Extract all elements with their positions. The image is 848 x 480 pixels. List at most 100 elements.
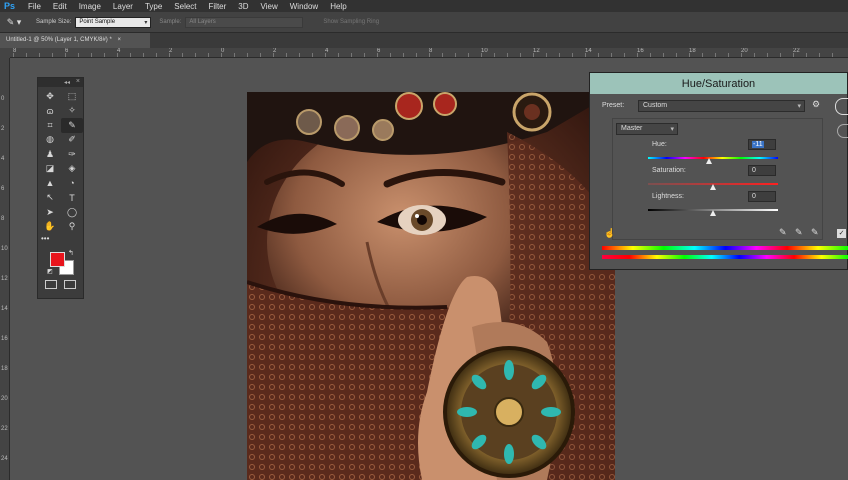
menu-window[interactable]: Window xyxy=(284,2,324,11)
add-to-sample-eyedropper-icon[interactable]: ✎ xyxy=(795,227,803,238)
collapse-icon[interactable]: ◂◂ xyxy=(64,79,70,86)
cancel-button[interactable] xyxy=(837,124,848,138)
blur-icon[interactable]: ▲ xyxy=(39,176,61,191)
menu-type[interactable]: Type xyxy=(139,2,168,11)
default-colors-icon[interactable]: ◩ xyxy=(47,268,53,275)
marquee-icon[interactable]: ⬚ xyxy=(61,89,83,104)
ruler-tick xyxy=(598,53,599,57)
colorize-checkbox[interactable]: ✓ xyxy=(837,229,846,238)
ruler-tick xyxy=(442,53,443,57)
dodge-icon[interactable]: ◔ xyxy=(61,176,83,191)
ruler-tick xyxy=(130,53,131,57)
menu-edit[interactable]: Edit xyxy=(47,2,73,11)
ruler-label: 22 xyxy=(1,426,8,432)
menu-filter[interactable]: Filter xyxy=(203,2,233,11)
path-selection-icon[interactable]: ↖ xyxy=(39,191,61,206)
dialog-title[interactable]: Hue/Saturation xyxy=(590,73,847,94)
gear-icon[interactable]: ⚙ xyxy=(812,99,820,110)
ruler-label: 16 xyxy=(1,336,8,342)
menu-3d[interactable]: 3D xyxy=(232,2,254,11)
hue-slider-thumb[interactable] xyxy=(706,158,713,164)
hue-slider-track[interactable] xyxy=(648,157,778,159)
move-icon[interactable]: ✥ xyxy=(39,89,61,104)
direct-selection-icon[interactable]: ➤ xyxy=(39,205,61,220)
ruler-label: 4 xyxy=(1,156,5,162)
hand-icon[interactable]: ✋ xyxy=(39,220,61,235)
ruler-corner[interactable] xyxy=(0,48,10,58)
channel-select[interactable]: Master ▾ xyxy=(616,123,678,135)
ruler-tick xyxy=(611,53,612,57)
ruler-tick xyxy=(221,53,222,57)
output-color-bar xyxy=(602,255,848,259)
saturation-input[interactable]: 0 xyxy=(748,165,776,176)
ruler-label: 6 xyxy=(1,186,5,192)
document-tab[interactable]: Untitled-1 @ 50% (Layer 1, CMYK/8#) * × xyxy=(0,33,150,48)
ruler-tick xyxy=(832,53,833,57)
ruler-label: 24 xyxy=(1,456,8,462)
hue-input[interactable]: -11 xyxy=(748,139,776,150)
ruler-tick xyxy=(143,53,144,57)
document-canvas[interactable] xyxy=(247,92,615,480)
eraser-icon[interactable]: ◪ xyxy=(39,162,61,177)
menu-image[interactable]: Image xyxy=(73,2,107,11)
lightness-slider-thumb[interactable] xyxy=(710,210,716,216)
menu-view[interactable]: View xyxy=(255,2,284,11)
close-icon[interactable]: × xyxy=(76,78,80,85)
eyedropper-icon[interactable]: ✎ ▾ xyxy=(0,17,28,28)
screen-mode-icon[interactable] xyxy=(63,280,76,289)
magic-wand-icon[interactable]: ✧ xyxy=(61,104,83,119)
hue-value: -11 xyxy=(752,141,764,148)
history-brush-icon[interactable]: ✑ xyxy=(61,147,83,162)
menu-bar: Ps File Edit Image Layer Type Select Fil… xyxy=(0,0,848,12)
sample-size-value: Point Sample xyxy=(79,18,116,25)
crop-icon[interactable]: ⌗ xyxy=(39,118,61,133)
ruler-tick xyxy=(728,53,729,57)
zoom-icon[interactable]: ⚲ xyxy=(61,220,83,235)
ruler-tick xyxy=(364,53,365,57)
ruler-tick xyxy=(702,53,703,57)
ruler-tick xyxy=(637,53,638,57)
brush-icon[interactable]: ✐ xyxy=(61,133,83,148)
ruler-tick xyxy=(624,53,625,57)
tools-panel: ◂◂ × ✥ ⬚ ɷ ✧ ⌗ ✎ ◍ ✐ ♟ ✑ ◪ ◈ ▲ ◔ ↖ T ➤ ◯ ✋ ⚲ ••• ↰ ◩ xyxy=(37,77,84,299)
ruler-tick xyxy=(156,53,157,57)
spot-healing-icon[interactable]: ◍ xyxy=(39,133,61,148)
ruler-label: 14 xyxy=(585,48,592,54)
horizontal-ruler[interactable]: 8 6 4 2 0 2 4 6 8 10 12 14 16 18 20 22 xyxy=(10,48,848,58)
saturation-slider-thumb[interactable] xyxy=(710,184,716,190)
targeted-adjustment-icon[interactable]: ☝ xyxy=(604,228,615,239)
lasso-icon[interactable]: ɷ xyxy=(39,104,61,119)
menu-select[interactable]: Select xyxy=(168,2,202,11)
menu-file[interactable]: File xyxy=(22,2,47,11)
hue-label: Hue: xyxy=(652,141,667,148)
menu-help[interactable]: Help xyxy=(324,2,352,11)
ruler-label: 18 xyxy=(689,48,696,54)
more-tools-icon[interactable]: ••• xyxy=(38,234,83,248)
sample-select[interactable]: All Layers xyxy=(185,16,304,28)
type-icon[interactable]: T xyxy=(61,191,83,206)
ruler-tick xyxy=(26,53,27,57)
show-sampling-ring-checkbox[interactable]: Show Sampling Ring xyxy=(323,19,379,25)
ruler-tick xyxy=(299,53,300,57)
menu-layer[interactable]: Layer xyxy=(107,2,139,11)
quick-mask-icon[interactable] xyxy=(45,280,58,289)
tools-panel-header[interactable]: ◂◂ × xyxy=(38,78,83,87)
ellipse-icon[interactable]: ◯ xyxy=(61,205,83,220)
ruler-tick xyxy=(13,53,14,57)
close-icon[interactable]: × xyxy=(117,37,121,43)
eyedropper-icon[interactable]: ✎ xyxy=(61,118,83,133)
ruler-tick xyxy=(39,53,40,57)
clone-stamp-icon[interactable]: ♟ xyxy=(39,147,61,162)
lightness-input[interactable]: 0 xyxy=(748,191,776,202)
sample-size-label: Sample Size: xyxy=(36,19,72,25)
subtract-from-sample-eyedropper-icon[interactable]: ✎ xyxy=(811,227,819,238)
document-tab-title: Untitled-1 @ 50% (Layer 1, CMYK/8#) * xyxy=(6,37,112,43)
eyedropper-icon[interactable]: ✎ xyxy=(779,227,787,238)
swap-colors-icon[interactable]: ↰ xyxy=(68,249,74,257)
ok-button[interactable] xyxy=(835,98,848,115)
preset-select[interactable]: Custom ▾ xyxy=(638,100,805,112)
paint-bucket-icon[interactable]: ◈ xyxy=(61,162,83,177)
vertical-ruler[interactable]: 02468101214161820222426 xyxy=(0,58,10,480)
foreground-color-swatch[interactable] xyxy=(50,252,65,267)
sample-size-select[interactable]: Point Sample ▾ xyxy=(75,16,152,28)
